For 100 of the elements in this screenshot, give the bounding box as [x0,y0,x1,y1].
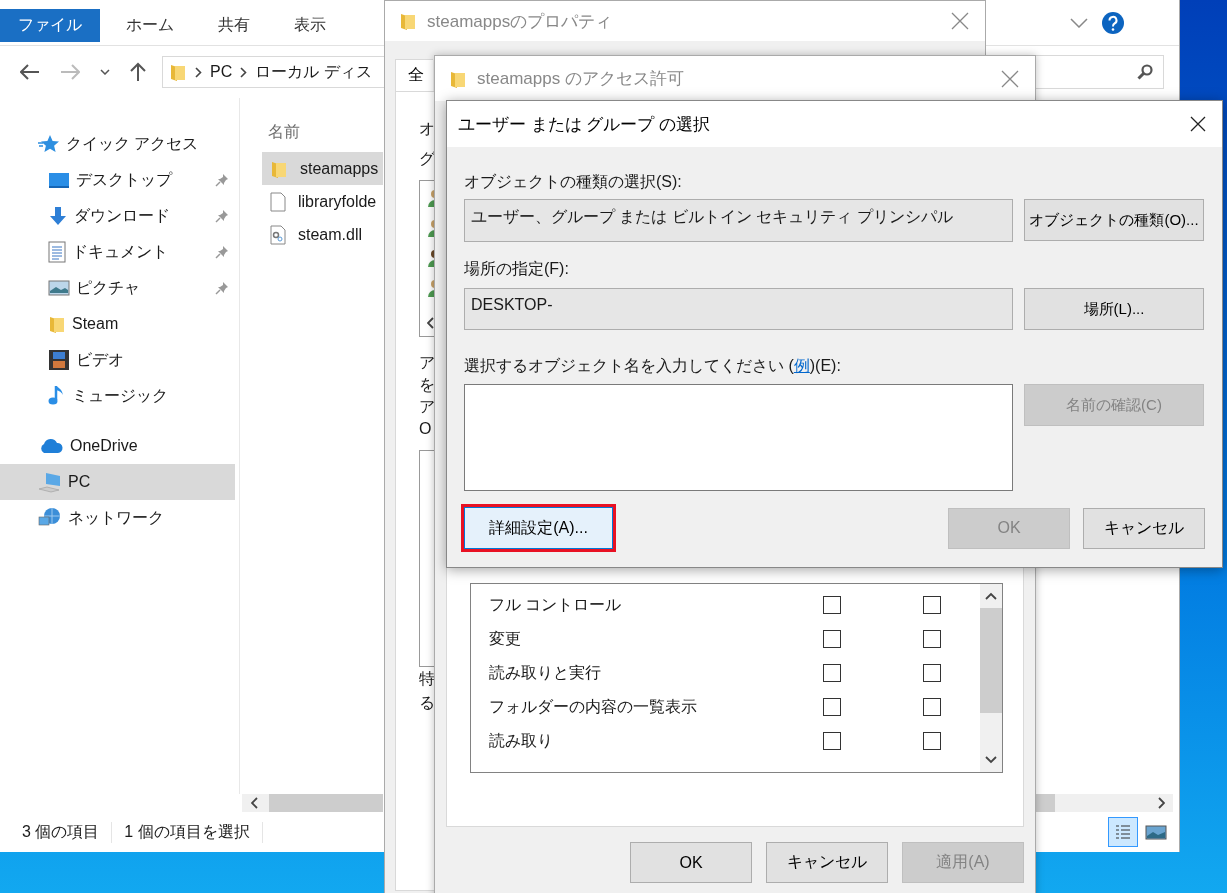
pin-icon[interactable] [215,245,229,259]
network-globe-icon [38,507,62,529]
pin-icon[interactable] [215,281,229,295]
object-types-button[interactable]: オブジェクトの種類(O)... [1024,199,1204,241]
field-label: 選択するオブジェクト名を入力してください (例)(E): [464,356,842,376]
scroll-left-icon[interactable] [427,317,435,329]
text-fragment: 特 [419,669,435,689]
ribbon-tab[interactable]: 表示 [276,9,344,42]
scroll-right-icon[interactable] [1157,797,1165,809]
file-row[interactable]: steam.dll [262,218,383,251]
text-fragment: オ [419,119,435,139]
scrollbar-track[interactable] [242,794,383,812]
nav-item[interactable]: ピクチャ [0,270,235,306]
pin-icon[interactable] [215,173,229,187]
object-name-input-field[interactable] [464,384,1013,491]
star-icon [38,134,60,154]
permission-name: 読み取りと実行 [489,662,602,683]
scrollbar-track[interactable] [1035,794,1173,812]
field-label: オブジェクトの種類の選択(S): [464,172,683,192]
window-title: steamappsのプロパティ [427,10,613,33]
text-fragment: る [419,693,435,713]
nav-item[interactable]: PC [0,464,235,500]
text-fragment: ア [419,397,435,417]
film-strip-icon [48,349,70,371]
nav-item[interactable]: ダウンロード [0,198,235,234]
checkbox[interactable] [823,664,841,682]
file-row[interactable]: libraryfolde [262,185,383,218]
nav-item[interactable]: デスクトップ [0,162,235,198]
address-bar[interactable]: PC ローカル ディス [162,56,385,88]
pin-icon[interactable] [215,209,229,223]
text-fragment: ア [419,353,435,373]
help-icon[interactable] [1102,11,1124,34]
scroll-up-icon[interactable] [985,592,997,600]
nav-item[interactable]: ビデオ [0,342,235,378]
checkbox[interactable] [823,698,841,716]
status-text: 3 個の項目 [22,821,113,843]
permission-name: 読み取り [489,730,554,751]
checkbox[interactable] [823,596,841,614]
up-arrow-icon[interactable] [130,62,146,82]
checkbox[interactable] [923,630,941,648]
text-fragment: グ [419,149,435,169]
file-row[interactable]: steamapps [262,152,383,185]
chevron-down-icon[interactable] [1070,17,1088,28]
nav-item[interactable]: クイック アクセス [0,126,235,162]
permission-name: フル コントロール [489,594,623,615]
scroll-down-icon[interactable] [985,756,997,764]
chevron-down-icon[interactable] [100,69,110,75]
advanced-button[interactable]: 詳細設定(A)... [464,507,613,549]
blank-file-icon [270,191,286,212]
breadcrumb[interactable]: ローカル ディス [255,61,372,83]
checkbox[interactable] [923,698,941,716]
nav-item[interactable]: Steam [0,306,235,342]
folder-icon [48,314,66,334]
checkbox[interactable] [923,732,941,750]
examples-link[interactable]: 例 [793,357,810,374]
nav-item[interactable]: OneDrive [0,428,235,464]
close-icon[interactable] [1190,116,1206,132]
vertical-scrollbar[interactable] [980,584,1002,772]
checkbox[interactable] [823,732,841,750]
chevron-right-icon[interactable] [195,66,202,78]
document-icon [48,241,66,263]
ribbon-tab[interactable]: ホーム [108,9,192,42]
text-fragment: を [419,375,435,395]
dialog-button[interactable]: キャンセル [766,842,888,883]
landscape-picture-icon [48,279,70,297]
read-only-field: ユーザー、グループ または ビルトイン セキュリティ プリンシパル [464,199,1013,242]
checkbox[interactable] [923,664,941,682]
details-view-icon[interactable] [1108,817,1138,847]
computer-icon [38,471,62,493]
locations-button[interactable]: 場所(L)... [1024,288,1204,330]
nav-item[interactable]: ドキュメント [0,234,235,270]
folder-icon [169,62,187,82]
permission-name: 変更 [489,628,522,649]
status-text: 1 個の項目を選択 [124,821,263,843]
window-title: steamapps のアクセス許可 [477,68,684,90]
back-arrow-icon[interactable] [20,64,40,80]
search-field[interactable] [1035,55,1164,89]
folder-icon [399,11,417,31]
dialog-button[interactable]: OK [630,842,752,883]
cloud-icon [38,438,64,454]
desktop-icon [48,171,70,189]
gear-file-icon [270,224,286,245]
ribbon-tab[interactable]: 共有 [200,9,268,42]
chevron-right-icon[interactable] [240,66,248,78]
checkbox[interactable] [823,630,841,648]
field-label: 場所の指定(F): [464,259,570,279]
permission-name: フォルダーの内容の一覧表示 [489,696,698,717]
dialog-title: ユーザー または グループ の選択 [458,113,711,136]
download-arrow-icon [48,206,68,226]
nav-item[interactable]: ミュージック [0,378,235,414]
scroll-left-icon[interactable] [251,797,259,809]
checkbox[interactable] [923,596,941,614]
search-icon [1137,64,1153,80]
music-note-icon [48,385,66,407]
ribbon-tab[interactable]: ファイル [0,9,100,42]
tab[interactable]: 全 [395,59,433,91]
nav-item[interactable]: ネットワーク [0,500,235,536]
breadcrumb[interactable]: PC [210,63,233,81]
dialog-button[interactable]: キャンセル [1083,507,1205,549]
text-fragment: O [419,419,432,439]
